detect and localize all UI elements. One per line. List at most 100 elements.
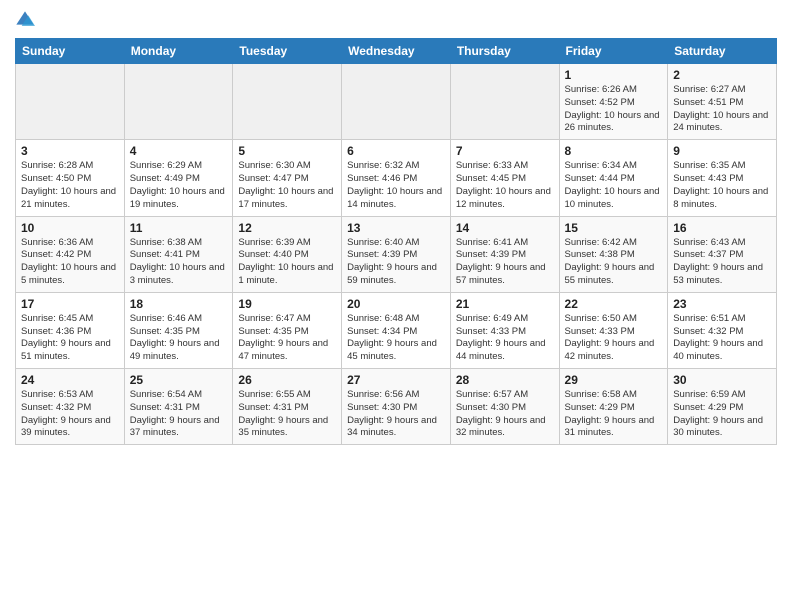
calendar-cell: 22 Sunrise: 6:50 AM Sunset: 4:33 PM Dayli… — [559, 292, 668, 368]
calendar-cell: 2Sunrise: 6:27 AM Sunset: 4:51 PM Daylig… — [668, 64, 777, 140]
day-number: 14 — [456, 221, 554, 235]
calendar-cell: 30 Sunrise: 6:59 AM Sunset: 4:29 PM Dayli… — [668, 369, 777, 445]
calendar-cell: 12 Sunrise: 6:39 AM Sunset: 4:40 PM Dayli… — [233, 216, 342, 292]
calendar-cell: 27 Sunrise: 6:56 AM Sunset: 4:30 PM Dayli… — [342, 369, 451, 445]
calendar-cell: 5 Sunrise: 6:30 AM Sunset: 4:47 PM Daylig… — [233, 140, 342, 216]
calendar-cell: 7 Sunrise: 6:33 AM Sunset: 4:45 PM Daylig… — [450, 140, 559, 216]
col-header-wednesday: Wednesday — [342, 39, 451, 64]
day-number: 3 — [21, 144, 119, 158]
day-number: 30 — [673, 373, 771, 387]
col-header-tuesday: Tuesday — [233, 39, 342, 64]
day-number: 29 — [565, 373, 663, 387]
day-info: Sunrise: 6:27 AM Sunset: 4:51 PM Dayligh… — [673, 84, 771, 135]
calendar-week-1: 3 Sunrise: 6:28 AM Sunset: 4:50 PM Daylig… — [16, 140, 777, 216]
day-number: 24 — [21, 373, 119, 387]
day-number: 19 — [238, 297, 336, 311]
calendar-week-0: 1 Sunrise: 6:26 AM Sunset: 4:52 PM Daylig… — [16, 64, 777, 140]
col-header-sunday: Sunday — [16, 39, 125, 64]
calendar-cell: 16Sunrise: 6:43 AM Sunset: 4:37 PM Dayli… — [668, 216, 777, 292]
calendar-cell: 1 Sunrise: 6:26 AM Sunset: 4:52 PM Daylig… — [559, 64, 668, 140]
calendar-cell: 20 Sunrise: 6:48 AM Sunset: 4:34 PM Dayli… — [342, 292, 451, 368]
day-info: Sunrise: 6:38 AM Sunset: 4:41 PM Dayligh… — [130, 237, 228, 288]
day-number: 10 — [21, 221, 119, 235]
calendar-week-2: 10 Sunrise: 6:36 AM Sunset: 4:42 PM Dayli… — [16, 216, 777, 292]
day-info: Sunrise: 6:57 AM Sunset: 4:30 PM Dayligh… — [456, 389, 554, 440]
day-number: 13 — [347, 221, 445, 235]
calendar-table: SundayMondayTuesdayWednesdayThursdayFrid… — [15, 38, 777, 445]
day-number: 5 — [238, 144, 336, 158]
day-number: 27 — [347, 373, 445, 387]
day-info: Sunrise: 6:55 AM Sunset: 4:31 PM Dayligh… — [238, 389, 336, 440]
calendar-cell: 13 Sunrise: 6:40 AM Sunset: 4:39 PM Dayli… — [342, 216, 451, 292]
day-info: Sunrise: 6:28 AM Sunset: 4:50 PM Dayligh… — [21, 160, 119, 211]
day-info: Sunrise: 6:45 AM Sunset: 4:36 PM Dayligh… — [21, 313, 119, 364]
day-number: 28 — [456, 373, 554, 387]
day-info: Sunrise: 6:41 AM Sunset: 4:39 PM Dayligh… — [456, 237, 554, 288]
calendar-cell: 21 Sunrise: 6:49 AM Sunset: 4:33 PM Dayli… — [450, 292, 559, 368]
calendar-cell — [16, 64, 125, 140]
calendar-cell: 6Sunrise: 6:32 AM Sunset: 4:46 PM Daylig… — [342, 140, 451, 216]
calendar-cell: 23 Sunrise: 6:51 AM Sunset: 4:32 PM Dayli… — [668, 292, 777, 368]
calendar-cell: 3 Sunrise: 6:28 AM Sunset: 4:50 PM Daylig… — [16, 140, 125, 216]
day-info: Sunrise: 6:50 AM Sunset: 4:33 PM Dayligh… — [565, 313, 663, 364]
day-number: 1 — [565, 68, 663, 82]
day-info: Sunrise: 6:49 AM Sunset: 4:33 PM Dayligh… — [456, 313, 554, 364]
day-info: Sunrise: 6:39 AM Sunset: 4:40 PM Dayligh… — [238, 237, 336, 288]
day-number: 7 — [456, 144, 554, 158]
day-info: Sunrise: 6:33 AM Sunset: 4:45 PM Dayligh… — [456, 160, 554, 211]
day-number: 25 — [130, 373, 228, 387]
calendar-cell: 18Sunrise: 6:46 AM Sunset: 4:35 PM Dayli… — [124, 292, 233, 368]
day-number: 4 — [130, 144, 228, 158]
calendar-cell: 29 Sunrise: 6:58 AM Sunset: 4:29 PM Dayli… — [559, 369, 668, 445]
calendar-cell: 26 Sunrise: 6:55 AM Sunset: 4:31 PM Dayli… — [233, 369, 342, 445]
day-info: Sunrise: 6:48 AM Sunset: 4:34 PM Dayligh… — [347, 313, 445, 364]
calendar-week-3: 17 Sunrise: 6:45 AM Sunset: 4:36 PM Dayli… — [16, 292, 777, 368]
calendar-header-row: SundayMondayTuesdayWednesdayThursdayFrid… — [16, 39, 777, 64]
day-number: 16 — [673, 221, 771, 235]
day-info: Sunrise: 6:35 AM Sunset: 4:43 PM Dayligh… — [673, 160, 771, 211]
day-info: Sunrise: 6:59 AM Sunset: 4:29 PM Dayligh… — [673, 389, 771, 440]
calendar-page: SundayMondayTuesdayWednesdayThursdayFrid… — [0, 0, 792, 612]
calendar-cell: 17 Sunrise: 6:45 AM Sunset: 4:36 PM Dayli… — [16, 292, 125, 368]
day-info: Sunrise: 6:40 AM Sunset: 4:39 PM Dayligh… — [347, 237, 445, 288]
col-header-friday: Friday — [559, 39, 668, 64]
calendar-cell: 19 Sunrise: 6:47 AM Sunset: 4:35 PM Dayli… — [233, 292, 342, 368]
calendar-cell: 9 Sunrise: 6:35 AM Sunset: 4:43 PM Daylig… — [668, 140, 777, 216]
day-number: 6 — [347, 144, 445, 158]
day-number: 9 — [673, 144, 771, 158]
day-number: 11 — [130, 221, 228, 235]
calendar-cell: 25 Sunrise: 6:54 AM Sunset: 4:31 PM Dayli… — [124, 369, 233, 445]
calendar-cell: 4 Sunrise: 6:29 AM Sunset: 4:49 PM Daylig… — [124, 140, 233, 216]
col-header-thursday: Thursday — [450, 39, 559, 64]
day-number: 26 — [238, 373, 336, 387]
logo-icon — [15, 10, 35, 30]
day-info: Sunrise: 6:36 AM Sunset: 4:42 PM Dayligh… — [21, 237, 119, 288]
day-number: 22 — [565, 297, 663, 311]
day-info: Sunrise: 6:56 AM Sunset: 4:30 PM Dayligh… — [347, 389, 445, 440]
day-number: 23 — [673, 297, 771, 311]
day-info: Sunrise: 6:26 AM Sunset: 4:52 PM Dayligh… — [565, 84, 663, 135]
day-info: Sunrise: 6:51 AM Sunset: 4:32 PM Dayligh… — [673, 313, 771, 364]
day-info: Sunrise: 6:29 AM Sunset: 4:49 PM Dayligh… — [130, 160, 228, 211]
day-info: Sunrise: 6:58 AM Sunset: 4:29 PM Dayligh… — [565, 389, 663, 440]
calendar-week-4: 24 Sunrise: 6:53 AM Sunset: 4:32 PM Dayli… — [16, 369, 777, 445]
calendar-cell — [450, 64, 559, 140]
calendar-cell: 11 Sunrise: 6:38 AM Sunset: 4:41 PM Dayli… — [124, 216, 233, 292]
calendar-cell: 14 Sunrise: 6:41 AM Sunset: 4:39 PM Dayli… — [450, 216, 559, 292]
day-number: 15 — [565, 221, 663, 235]
day-info: Sunrise: 6:47 AM Sunset: 4:35 PM Dayligh… — [238, 313, 336, 364]
day-info: Sunrise: 6:34 AM Sunset: 4:44 PM Dayligh… — [565, 160, 663, 211]
day-number: 20 — [347, 297, 445, 311]
day-info: Sunrise: 6:30 AM Sunset: 4:47 PM Dayligh… — [238, 160, 336, 211]
calendar-cell: 15 Sunrise: 6:42 AM Sunset: 4:38 PM Dayli… — [559, 216, 668, 292]
day-number: 12 — [238, 221, 336, 235]
day-number: 21 — [456, 297, 554, 311]
calendar-cell — [342, 64, 451, 140]
day-info: Sunrise: 6:42 AM Sunset: 4:38 PM Dayligh… — [565, 237, 663, 288]
day-info: Sunrise: 6:54 AM Sunset: 4:31 PM Dayligh… — [130, 389, 228, 440]
calendar-cell — [233, 64, 342, 140]
day-info: Sunrise: 6:53 AM Sunset: 4:32 PM Dayligh… — [21, 389, 119, 440]
calendar-cell: 24 Sunrise: 6:53 AM Sunset: 4:32 PM Dayli… — [16, 369, 125, 445]
day-number: 18 — [130, 297, 228, 311]
day-number: 17 — [21, 297, 119, 311]
